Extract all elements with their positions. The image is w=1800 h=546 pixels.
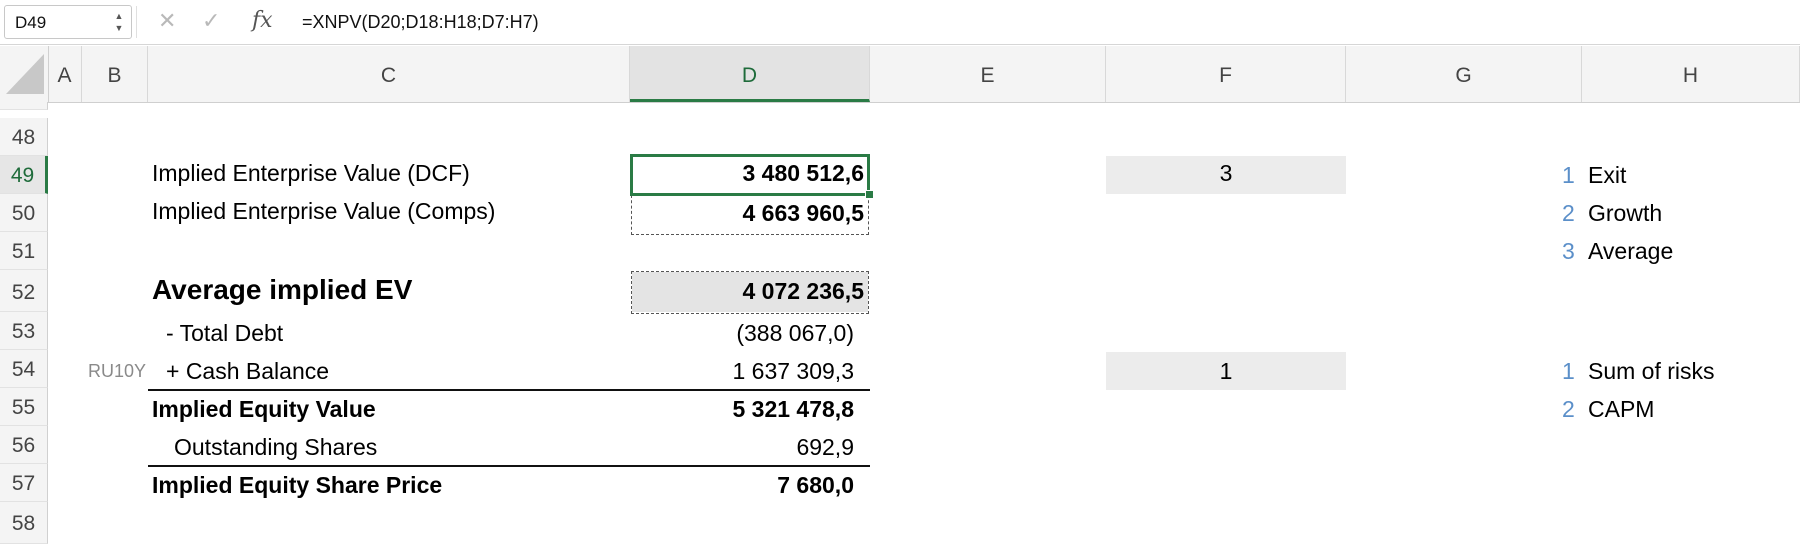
- row-header-55[interactable]: 55: [0, 388, 48, 426]
- column-header-d[interactable]: D: [630, 46, 870, 102]
- cell-d49[interactable]: 3 480 512,6: [640, 160, 864, 187]
- option-risk-1-label[interactable]: Sum of risks: [1588, 358, 1715, 385]
- cell-d55[interactable]: 5 321 478,8: [640, 396, 854, 423]
- column-header-c[interactable]: C: [148, 46, 630, 102]
- row-header-53[interactable]: 53: [0, 312, 48, 350]
- row-header-51[interactable]: 51: [0, 232, 48, 270]
- option-ev-3-number: 3: [1562, 238, 1575, 264]
- formula-bar-divider: [136, 6, 137, 38]
- column-header-row: A B C D E F G H: [0, 46, 1800, 103]
- option-risk-2-number: 2: [1562, 396, 1575, 422]
- option-risk-1-number: 1: [1562, 358, 1575, 384]
- row-header-57[interactable]: 57: [0, 464, 48, 502]
- enter-check-icon[interactable]: ✓: [202, 9, 220, 33]
- cell-c54[interactable]: + Cash Balance: [166, 358, 329, 385]
- cell-b54[interactable]: RU10Y: [88, 361, 148, 382]
- insert-function-icon[interactable]: fx: [252, 9, 273, 33]
- cell-d53[interactable]: (388 067,0): [640, 320, 854, 347]
- option-ev-2-number: 2: [1562, 200, 1575, 226]
- select-all-icon: [6, 54, 44, 94]
- row-header-47-partial: [0, 102, 48, 110]
- cell-d50[interactable]: 4 663 960,5: [640, 200, 864, 227]
- cell-c56[interactable]: Outstanding Shares: [174, 434, 377, 461]
- name-box-value: D49: [15, 13, 47, 32]
- row-header-52[interactable]: 52: [0, 270, 48, 312]
- cell-c52[interactable]: Average implied EV: [152, 274, 412, 306]
- chevron-up-icon[interactable]: ▲: [113, 10, 125, 22]
- formula-input[interactable]: =XNPV(D20;D18:H18;D7:H7): [302, 12, 539, 33]
- column-header-a[interactable]: A: [48, 46, 82, 102]
- column-header-f[interactable]: F: [1106, 46, 1346, 102]
- row-header-49[interactable]: 49: [0, 156, 48, 194]
- cancel-icon[interactable]: ✕: [158, 9, 176, 33]
- option-ev-1-label[interactable]: Exit: [1588, 162, 1626, 189]
- row-header-56[interactable]: 56: [0, 426, 48, 464]
- name-box-stepper[interactable]: ▲ ▼: [113, 10, 125, 34]
- row-header-48[interactable]: 48: [0, 118, 48, 156]
- option-risk-2-label[interactable]: CAPM: [1588, 396, 1654, 423]
- cell-d56[interactable]: 692,9: [640, 434, 854, 461]
- cell-d54[interactable]: 1 637 309,3: [640, 358, 854, 385]
- column-header-b[interactable]: B: [82, 46, 148, 102]
- column-header-g[interactable]: G: [1346, 46, 1582, 102]
- column-header-e[interactable]: E: [870, 46, 1106, 102]
- cell-f49[interactable]: 3: [1106, 160, 1346, 187]
- select-all-corner[interactable]: [0, 46, 49, 102]
- row-57-top-border: [148, 465, 870, 467]
- cell-d57[interactable]: 7 680,0: [640, 472, 854, 499]
- chevron-down-icon[interactable]: ▼: [113, 22, 125, 34]
- fill-handle[interactable]: [865, 190, 874, 199]
- row-header-50[interactable]: 50: [0, 194, 48, 232]
- option-ev-3-label[interactable]: Average: [1588, 238, 1673, 265]
- option-ev-2-label[interactable]: Growth: [1588, 200, 1662, 227]
- cell-c50[interactable]: Implied Enterprise Value (Comps): [152, 198, 495, 225]
- cell-d52[interactable]: 4 072 236,5: [640, 278, 864, 305]
- column-header-h[interactable]: H: [1582, 46, 1800, 102]
- row-header-58[interactable]: 58: [0, 502, 48, 544]
- option-ev-1-number: 1: [1562, 162, 1575, 188]
- cell-c57[interactable]: Implied Equity Share Price: [152, 472, 442, 499]
- row-header-54[interactable]: 54: [0, 350, 48, 388]
- name-box[interactable]: D49 ▲ ▼: [4, 5, 132, 39]
- cell-c55[interactable]: Implied Equity Value: [152, 396, 376, 423]
- formula-bar: D49 ▲ ▼ ✕ ✓ fx =XNPV(D20;D18:H18;D7:H7): [0, 0, 1800, 45]
- row-55-top-border: [148, 389, 870, 391]
- cell-c53[interactable]: - Total Debt: [166, 320, 283, 347]
- cell-f54[interactable]: 1: [1106, 358, 1346, 385]
- cell-c49[interactable]: Implied Enterprise Value (DCF): [152, 160, 470, 187]
